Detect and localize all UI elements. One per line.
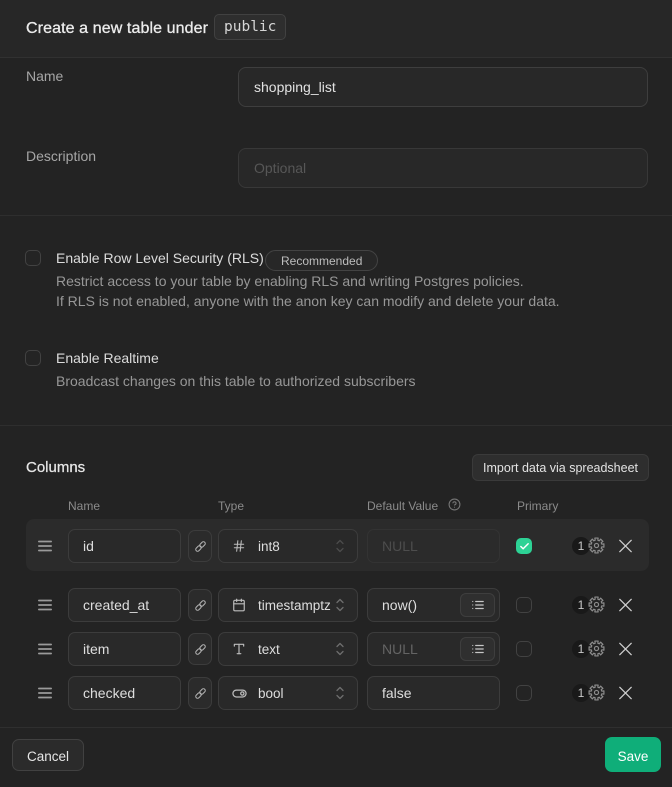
columns-heading: Columns bbox=[26, 459, 85, 476]
column-default-input[interactable]: now() bbox=[367, 588, 500, 622]
create-table-panel: Create a new table under public Name sho… bbox=[0, 0, 672, 787]
link-icon bbox=[194, 540, 207, 553]
description-input[interactable]: Optional bbox=[238, 148, 648, 188]
link-icon bbox=[194, 687, 207, 700]
chevrons-up-down-icon bbox=[336, 599, 344, 612]
column-default-placeholder: NULL bbox=[382, 641, 418, 657]
realtime-label: Enable Realtime bbox=[56, 350, 159, 366]
foreign-key-button[interactable] bbox=[188, 589, 212, 621]
chevrons-up-down-icon bbox=[336, 540, 344, 553]
suggestions-button[interactable] bbox=[460, 637, 495, 661]
drag-handle-icon[interactable] bbox=[38, 541, 52, 552]
rls-description-line2: If RLS is not enabled, anyone with the a… bbox=[56, 291, 560, 311]
primary-checkbox[interactable] bbox=[516, 685, 532, 701]
column-default-placeholder: NULL bbox=[382, 538, 418, 554]
rls-description-line1: Restrict access to your table by enablin… bbox=[56, 271, 524, 291]
column-name-input[interactable]: checked bbox=[68, 676, 181, 710]
foreign-key-button[interactable] bbox=[188, 633, 212, 665]
primary-checkbox[interactable] bbox=[516, 538, 532, 554]
drag-handle-icon[interactable] bbox=[38, 600, 52, 611]
column-type-value: timestamptz bbox=[258, 598, 331, 613]
column-default-input[interactable]: NULL bbox=[367, 632, 500, 666]
column-name-value: checked bbox=[83, 685, 135, 701]
column-name-input[interactable]: created_at bbox=[68, 588, 181, 622]
rls-label: Enable Row Level Security (RLS) bbox=[56, 250, 264, 266]
cancel-button[interactable]: Cancel bbox=[12, 739, 84, 771]
column-default-input[interactable]: false bbox=[367, 676, 500, 710]
name-input-value: shopping_list bbox=[254, 79, 336, 95]
column-name-value: id bbox=[83, 538, 94, 554]
foreign-key-button[interactable] bbox=[188, 530, 212, 562]
column-type-value: bool bbox=[258, 686, 284, 701]
gear-icon[interactable] bbox=[587, 683, 607, 703]
column-row-created_at: created_attimestamptznow()1 bbox=[0, 588, 672, 622]
rls-recommended-badge: Recommended bbox=[265, 250, 378, 271]
link-icon bbox=[194, 599, 207, 612]
primary-checkbox[interactable] bbox=[516, 597, 532, 613]
column-name-value: item bbox=[83, 641, 109, 657]
import-data-button[interactable]: Import data via spreadsheet bbox=[472, 454, 649, 481]
suggestions-button[interactable] bbox=[460, 593, 495, 617]
column-header-default: Default Value bbox=[367, 499, 438, 513]
save-button[interactable]: Save bbox=[605, 737, 661, 772]
column-type-value: text bbox=[258, 642, 280, 657]
calendar-icon bbox=[232, 598, 246, 612]
drag-handle-icon[interactable] bbox=[38, 644, 52, 655]
column-type-select[interactable]: bool bbox=[218, 676, 358, 710]
link-icon bbox=[194, 643, 207, 656]
name-input[interactable]: shopping_list bbox=[238, 67, 648, 107]
drag-handle-icon[interactable] bbox=[38, 688, 52, 699]
column-name-value: created_at bbox=[83, 597, 149, 613]
panel-title: Create a new table under bbox=[26, 20, 208, 38]
column-header-primary: Primary bbox=[517, 499, 558, 513]
column-type-select[interactable]: text bbox=[218, 632, 358, 666]
description-label: Description bbox=[26, 148, 96, 164]
toggle-icon bbox=[232, 686, 246, 700]
divider bbox=[0, 425, 672, 426]
hash-icon bbox=[232, 539, 246, 553]
column-type-value: int8 bbox=[258, 539, 280, 554]
foreign-key-button[interactable] bbox=[188, 677, 212, 709]
type-icon bbox=[232, 642, 246, 656]
rls-checkbox[interactable] bbox=[25, 250, 41, 266]
gear-icon[interactable] bbox=[587, 536, 607, 556]
delete-column-icon[interactable] bbox=[619, 643, 632, 656]
column-row-item: itemtextNULL1 bbox=[0, 632, 672, 666]
divider bbox=[0, 727, 672, 728]
column-name-input[interactable]: id bbox=[68, 529, 181, 563]
column-header-name: Name bbox=[68, 499, 100, 513]
description-placeholder: Optional bbox=[254, 160, 306, 176]
delete-column-icon[interactable] bbox=[619, 540, 632, 553]
column-default-input[interactable]: NULL bbox=[367, 529, 500, 563]
realtime-checkbox[interactable] bbox=[25, 350, 41, 366]
column-default-value: now() bbox=[382, 597, 417, 613]
column-header-type: Type bbox=[218, 499, 244, 513]
chevrons-up-down-icon bbox=[336, 643, 344, 656]
delete-column-icon[interactable] bbox=[619, 687, 632, 700]
column-type-select[interactable]: timestamptz bbox=[218, 588, 358, 622]
primary-checkbox[interactable] bbox=[516, 641, 532, 657]
panel-header: Create a new table under public bbox=[0, 0, 672, 58]
chevrons-up-down-icon bbox=[336, 687, 344, 700]
realtime-description: Broadcast changes on this table to autho… bbox=[56, 371, 416, 391]
gear-icon[interactable] bbox=[587, 595, 607, 615]
divider bbox=[0, 215, 672, 216]
list-icon bbox=[471, 642, 485, 656]
column-row-id: idint8NULL1 bbox=[0, 529, 672, 563]
column-default-value: false bbox=[382, 685, 412, 701]
help-icon[interactable] bbox=[448, 498, 461, 511]
name-label: Name bbox=[26, 68, 63, 84]
delete-column-icon[interactable] bbox=[619, 599, 632, 612]
check-icon bbox=[519, 541, 530, 552]
column-type-select[interactable]: int8 bbox=[218, 529, 358, 563]
list-icon bbox=[471, 598, 485, 612]
schema-badge: public bbox=[214, 14, 286, 40]
gear-icon[interactable] bbox=[587, 639, 607, 659]
column-row-checked: checkedboolfalse1 bbox=[0, 676, 672, 710]
column-name-input[interactable]: item bbox=[68, 632, 181, 666]
